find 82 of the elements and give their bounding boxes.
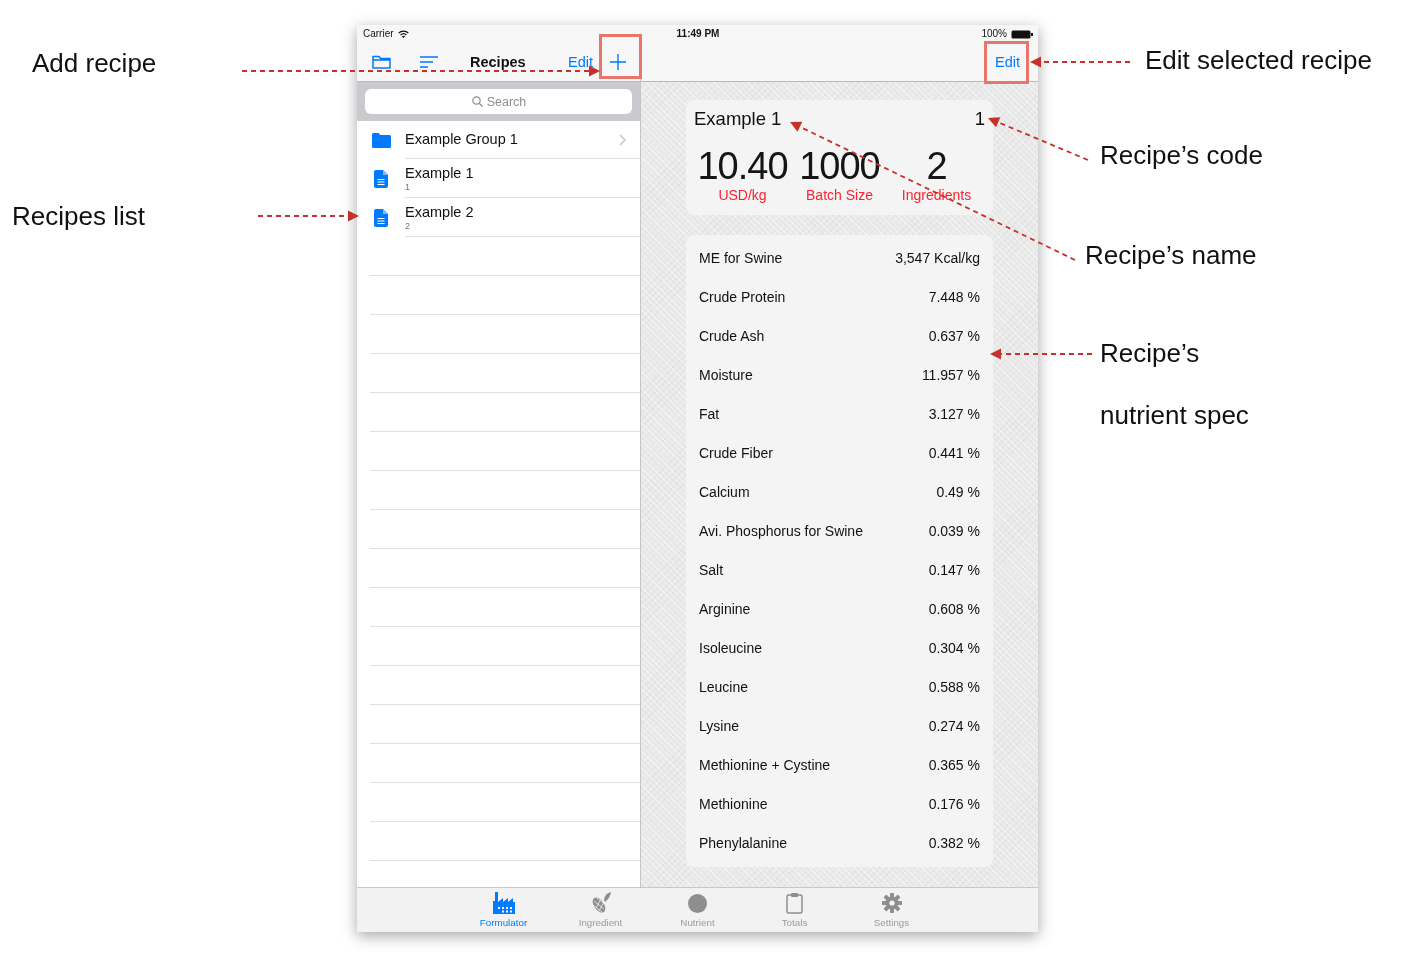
search-field[interactable]: Search <box>365 89 632 114</box>
nutrient-value: 0.304 % <box>928 639 980 658</box>
nutrient-name: Leucine <box>699 678 749 697</box>
pane-title: Recipes <box>470 53 526 72</box>
nutrient-value: 0.382 % <box>928 834 980 853</box>
sort-icon <box>420 56 438 68</box>
nutrient-value: 3.127 % <box>928 405 980 424</box>
nutrient-value: 0.274 % <box>928 717 980 736</box>
nutrient-value: 0.608 % <box>928 600 980 619</box>
nutrient-name: Methionine + Cystine <box>699 756 831 775</box>
tab-bar-item[interactable]: Settings <box>843 888 940 932</box>
nutrient-name: Arginine <box>699 600 751 619</box>
annotation-label: Recipes list <box>12 201 145 232</box>
stat-label: Batch Size <box>806 186 873 204</box>
nutrient-name: Crude Ash <box>699 327 765 346</box>
document-icon <box>374 169 388 188</box>
recipe-title: Example 1 <box>405 164 474 182</box>
nutrient-value: 0.441 % <box>928 444 980 463</box>
tab-bar-item[interactable]: Totals <box>746 888 843 932</box>
nutrient-name: Moisture <box>699 366 753 385</box>
folder-icon <box>372 55 391 69</box>
carrier-label: Carrier <box>363 28 394 40</box>
nutrient-name: Phenylalanine <box>699 834 787 853</box>
stat-value: 1000 <box>799 146 880 186</box>
gear-icon <box>881 893 902 913</box>
document-icon <box>374 208 388 227</box>
folder-button[interactable] <box>372 55 391 69</box>
stat-value: 2 <box>926 146 947 186</box>
nutrient-value: 0.588 % <box>928 678 980 697</box>
stat-label: Ingredients <box>901 186 972 204</box>
wifi-icon <box>397 30 409 38</box>
search-icon <box>472 96 483 107</box>
annotation-label: Edit selected recipe <box>1145 45 1372 76</box>
edit-button[interactable]: Edit <box>991 52 1024 72</box>
nutrient-value: 3,547 Kcal/kg <box>895 249 980 268</box>
edit-button[interactable]: Edit <box>568 52 593 72</box>
chevron-icon <box>619 133 626 146</box>
tab-bar-item[interactable]: Formulator <box>455 888 552 932</box>
nutrient-name: Lysine <box>699 717 739 736</box>
plus-icon <box>610 54 626 70</box>
annotation-label: Recipe’s nutrient spec <box>1100 337 1250 432</box>
recipe-name: Example 1 <box>694 108 782 130</box>
nutrient-value: 0.365 % <box>928 756 980 775</box>
nutrient-value: 0.176 % <box>928 795 980 814</box>
nutrient-name: Fat <box>699 405 720 424</box>
nutrient-name: Crude Fiber <box>699 444 773 463</box>
nutrient-value: 0.147 % <box>928 561 980 580</box>
nutrient-name: ME for Swine <box>699 249 783 268</box>
nutrient-value: 0.49 % <box>936 483 980 502</box>
nutrient-value: 7.448 % <box>928 288 980 307</box>
nutrient-name: Isoleucine <box>699 639 763 658</box>
recipe-title: Example 2 <box>405 203 474 221</box>
tab-bar-item[interactable]: Nutrient <box>649 888 746 932</box>
nutrient-name: Salt <box>699 561 724 580</box>
group-list-item[interactable]: Example Group 1 <box>357 121 640 159</box>
annotation-label: Add recipe <box>32 48 157 79</box>
annotation-label: Recipe’s code <box>1100 140 1263 171</box>
nutrient-name: Crude Protein <box>699 288 786 307</box>
recipe-code: 1 <box>974 108 985 130</box>
nutrient-name: Calcium <box>699 483 750 502</box>
sort-button[interactable] <box>420 56 438 68</box>
recipe-code: 1 <box>405 181 410 192</box>
factory-icon <box>491 892 516 914</box>
clipboard-icon <box>786 892 803 914</box>
group-title: Example Group 1 <box>405 131 518 148</box>
stat-label: USD/kg <box>718 186 767 204</box>
recipe-list-item[interactable]: Example 1 1 <box>357 159 640 198</box>
tab-bar-item[interactable]: Ingredient <box>552 888 649 932</box>
battery-icon <box>1011 29 1033 39</box>
circle-icon <box>688 893 707 913</box>
folder-icon <box>371 132 391 148</box>
annotation-label: Recipe’s name <box>1085 240 1257 271</box>
battery-percent: 100% <box>981 28 1007 40</box>
nutrient-name: Avi. Phosphorus for Swine <box>699 522 863 541</box>
status-time: 11:49 PM <box>676 28 720 40</box>
nutrient-value: 0.637 % <box>928 327 980 346</box>
recipe-list-item[interactable]: Example 2 2 <box>357 198 640 237</box>
nutrient-value: 11.957 % <box>921 366 980 385</box>
recipe-code: 2 <box>405 220 410 231</box>
stat-value: 10.40 <box>697 146 788 186</box>
nutrient-value: 0.039 % <box>928 522 980 541</box>
nutrient-name: Methionine <box>699 795 768 814</box>
